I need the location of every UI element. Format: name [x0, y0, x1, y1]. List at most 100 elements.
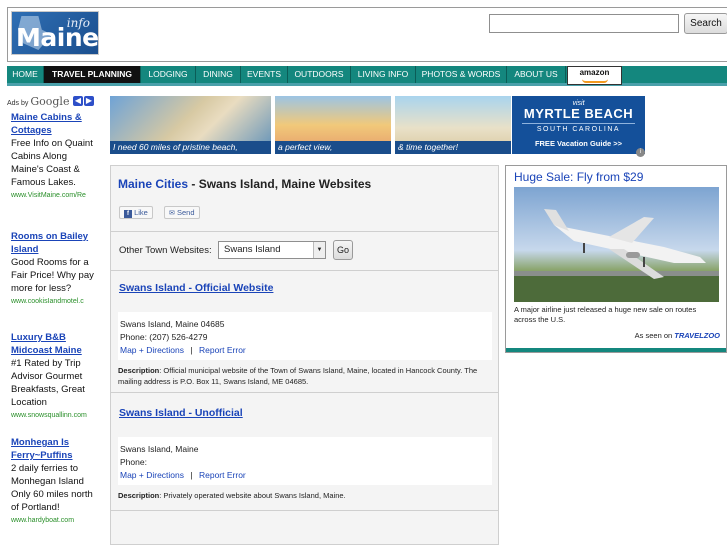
- divider: [111, 510, 498, 511]
- description-label: Description: [118, 491, 160, 500]
- amazon-link[interactable]: amazon: [567, 66, 622, 85]
- site-logo[interactable]: info Maine: [11, 11, 99, 55]
- ad-url[interactable]: www.snowsquallinn.com: [11, 409, 95, 422]
- chevron-down-icon[interactable]: ▼: [313, 242, 325, 258]
- banner-caption: & time together!: [395, 141, 511, 154]
- main-nav: HOME TRAVEL PLANNING LODGING DINING EVEN…: [7, 66, 727, 86]
- listing-description: Description: Privately operated website …: [118, 490, 492, 501]
- listing-phone: Phone:: [120, 457, 147, 467]
- map-directions-link[interactable]: Map + Directions: [120, 345, 184, 355]
- ads-by-google[interactable]: Ads by Google ◀ ▶: [7, 95, 94, 109]
- hotel-photo: a perfect view,: [275, 96, 391, 154]
- facebook-icon: f: [124, 210, 132, 218]
- nav-lodging[interactable]: LODGING: [141, 66, 196, 83]
- divider: [111, 231, 498, 232]
- prev-arrow-icon[interactable]: ◀: [73, 96, 83, 106]
- nav-photos-words[interactable]: PHOTOS & WORDS: [416, 66, 507, 83]
- ad-body: Free Info on Quaint Cabins Along Maine's…: [11, 138, 93, 188]
- seen-on[interactable]: As seen on TRAVELZOO: [635, 331, 720, 340]
- google-label: Google: [30, 95, 70, 108]
- ad-body: #1 Rated by Trip Advisor Gourmet Breakfa…: [11, 358, 85, 408]
- seen-on-label: As seen on: [634, 331, 673, 340]
- myrtle-beach-panel: visit MYRTLE BEACH SOUTH CAROLINA FREE V…: [512, 96, 645, 154]
- town-select[interactable]: Swans Island ▼: [218, 241, 326, 259]
- send-button[interactable]: ✉ Send: [164, 206, 200, 219]
- ad-item[interactable]: Rooms on Bailey Island Good Rooms for a …: [11, 230, 95, 308]
- ad-item[interactable]: Luxury B&B Midcoast Maine #1 Rated by Tr…: [11, 331, 95, 422]
- nav-home[interactable]: HOME: [7, 66, 44, 83]
- amazon-smile-icon: [581, 79, 608, 83]
- send-icon: ✉: [169, 210, 175, 217]
- maine-cities-link[interactable]: Maine Cities: [118, 177, 188, 191]
- page-title-rest: - Swans Island, Maine Websites: [188, 177, 372, 191]
- airplane-icon: [514, 209, 719, 302]
- banner-region: SOUTH CAROLINA: [522, 123, 635, 133]
- travelzoo-ad[interactable]: Huge Sale: Fly from $29 A major airline …: [505, 165, 727, 353]
- left-ad-column: Ads by Google ◀ ▶ Maine Cabins & Cottage…: [7, 95, 94, 545]
- listing-address-box: Swans Island, Maine Phone: Map + Directi…: [118, 437, 492, 485]
- ad-item[interactable]: Maine Cabins & Cottages Free Info on Qua…: [11, 111, 95, 202]
- page-title: Maine Cities - Swans Island, Maine Websi…: [118, 177, 371, 191]
- right-ad-bar: [506, 348, 726, 352]
- main-content: Maine Cities - Swans Island, Maine Websi…: [110, 165, 499, 545]
- right-ad-caption: A major airline just released a huge new…: [514, 305, 697, 324]
- logo-word: Maine: [16, 23, 99, 52]
- report-error-link[interactable]: Report Error: [199, 470, 246, 480]
- ads-by-label: Ads by: [7, 100, 29, 107]
- ad-body: 2 daily ferries to Monhegan Island Only …: [11, 463, 93, 513]
- couple-photo: & time together!: [395, 96, 511, 154]
- nav-dining[interactable]: DINING: [196, 66, 241, 83]
- listing-description: Description: Official municipal website …: [118, 365, 492, 387]
- nav-living-info[interactable]: LIVING INFO: [351, 66, 416, 83]
- divider: [111, 392, 498, 393]
- page: info Maine Search HOME TRAVEL PLANNING L…: [0, 0, 727, 545]
- myrtle-beach-banner[interactable]: I need 60 miles of pristine beach, a per…: [110, 96, 645, 157]
- listing-address-box: Swans Island, Maine 04685 Phone: (207) 5…: [118, 312, 492, 360]
- listing-title-link[interactable]: Swans Island - Official Website: [119, 282, 273, 294]
- nav-travel-planning[interactable]: TRAVEL PLANNING: [44, 66, 141, 83]
- social-buttons: f Like ✉ Send: [119, 202, 239, 222]
- description-text: : Official municipal website of the Town…: [118, 366, 478, 386]
- description-label: Description: [118, 366, 160, 375]
- ad-title[interactable]: Rooms on Bailey Island: [11, 230, 95, 256]
- listing-address: Swans Island, Maine: [120, 444, 199, 454]
- banner-brand: MYRTLE BEACH: [523, 106, 634, 121]
- listing-address: Swans Island, Maine 04685: [120, 319, 225, 329]
- ad-item[interactable]: Monhegan Is Ferry~Puffins 2 daily ferrie…: [11, 436, 95, 527]
- ad-url[interactable]: www.VisitMaine.com/Re: [11, 189, 95, 202]
- other-towns-section: Other Town Websites: Swans Island ▼ Go: [111, 233, 498, 268]
- nav-outdoors[interactable]: OUTDOORS: [288, 66, 351, 83]
- send-label: Send: [176, 208, 195, 217]
- ad-url[interactable]: www.hardyboat.com: [11, 514, 95, 527]
- listing-title-link[interactable]: Swans Island - Unofficial: [119, 407, 243, 419]
- nav-events[interactable]: EVENTS: [241, 66, 288, 83]
- site-header: info Maine Search: [7, 7, 727, 62]
- search-input[interactable]: [489, 14, 679, 33]
- next-arrow-icon[interactable]: ▶: [84, 96, 94, 106]
- other-towns-label: Other Town Websites:: [119, 245, 212, 256]
- report-error-link[interactable]: Report Error: [199, 345, 246, 355]
- banner-caption: I need 60 miles of pristine beach,: [110, 141, 271, 154]
- airplane-photo: [514, 187, 719, 302]
- travelzoo-logo: TRAVELZOO: [674, 331, 720, 340]
- beach-photo: I need 60 miles of pristine beach,: [110, 96, 271, 154]
- heading-section: Maine Cities - Swans Island, Maine Websi…: [111, 166, 498, 229]
- nav-about-us[interactable]: ABOUT US: [507, 66, 566, 83]
- divider: [111, 270, 498, 271]
- description-text: : Privately operated website about Swans…: [159, 491, 346, 500]
- ad-url[interactable]: www.cookisIandmotel.c: [11, 295, 95, 308]
- facebook-like-button[interactable]: f Like: [119, 206, 153, 219]
- search-button[interactable]: Search: [684, 13, 727, 34]
- ad-title[interactable]: Luxury B&B Midcoast Maine: [11, 331, 95, 357]
- map-directions-link[interactable]: Map + Directions: [120, 470, 184, 480]
- listing-phone: Phone: (207) 526-4279: [120, 332, 208, 342]
- banner-cta[interactable]: FREE Vacation Guide >>: [512, 139, 645, 148]
- town-select-value: Swans Island: [224, 244, 281, 255]
- go-button[interactable]: Go: [333, 240, 353, 260]
- right-ad-title[interactable]: Huge Sale: Fly from $29: [514, 170, 643, 184]
- link-separator: |: [190, 345, 193, 355]
- ad-title[interactable]: Maine Cabins & Cottages: [11, 111, 95, 137]
- ad-body: Good Rooms for a Fair Price! Why pay mor…: [11, 257, 94, 294]
- ad-info-icon[interactable]: i: [636, 148, 645, 157]
- ad-title[interactable]: Monhegan Is Ferry~Puffins: [11, 436, 95, 462]
